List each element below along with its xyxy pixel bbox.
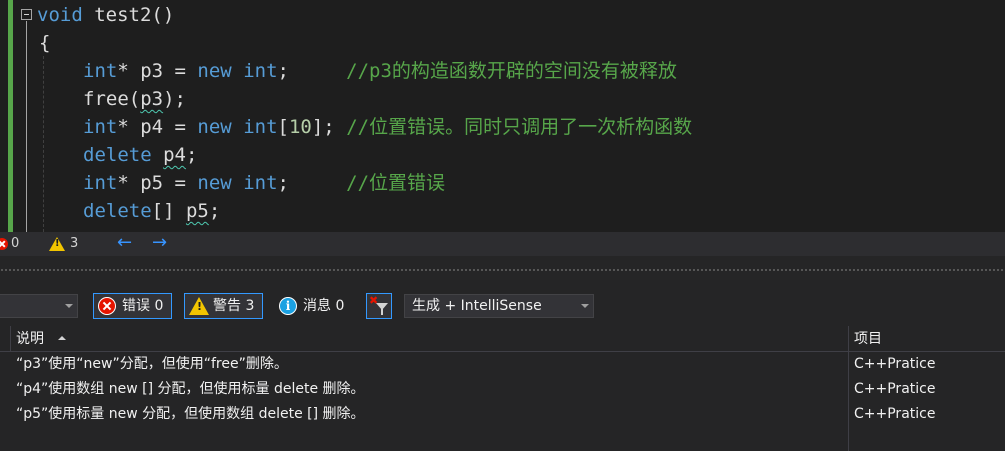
code-token: 10 (288, 116, 312, 138)
code-token: test2() (82, 4, 175, 26)
code-token: ]; (311, 116, 347, 138)
messages-filter-button[interactable]: i 消息 0 (279, 293, 344, 319)
code-token: new (197, 116, 232, 138)
table-row[interactable]: “p5”使用标量 new 分配，但使用数组 delete [] 删除。 C++P… (0, 402, 1005, 427)
code-editor[interactable]: void test2() { int* p3 = new int; //p3的构… (0, 0, 1005, 232)
sort-ascending-icon (58, 336, 66, 340)
row-description: “p3”使用“new”分配，但使用“free”删除。 (16, 356, 288, 372)
column-header-project[interactable]: 项目 (838, 326, 1005, 352)
code-token: * p4 = (117, 116, 198, 138)
warning-icon (189, 297, 209, 315)
code-token: int (83, 60, 118, 82)
code-token: new (197, 172, 232, 194)
build-intellisense-dropdown[interactable]: 生成 + IntelliSense (404, 294, 594, 318)
warnings-filter-button[interactable]: 警告 3 (184, 293, 264, 319)
change-tracking-margin (8, 0, 13, 232)
code-token: ); (163, 88, 186, 110)
code-token: * p5 = (117, 172, 198, 194)
chevron-down-icon (65, 304, 73, 308)
arrow-left-icon[interactable]: ← (117, 232, 132, 256)
code-token: int (83, 172, 118, 194)
errors-filter-label: 错误 0 (122, 298, 164, 314)
code-token: ; (208, 200, 221, 222)
error-icon[interactable] (0, 238, 8, 250)
code-line-4[interactable]: free(p3); (83, 85, 186, 113)
code-token: delete (83, 144, 152, 166)
code-token: int (243, 172, 278, 194)
code-token: [] (151, 200, 186, 222)
drag-grip[interactable] (0, 268, 1005, 273)
code-token: p3 (140, 88, 164, 110)
chevron-down-icon (581, 304, 589, 308)
code-token: int (243, 116, 278, 138)
table-row[interactable]: “p4”使用数组 new [] 分配，但使用标量 delete 删除。 C++P… (0, 377, 1005, 402)
warning-icon[interactable] (49, 237, 65, 251)
panel-splitter[interactable] (0, 256, 1005, 286)
code-token: int (243, 60, 278, 82)
row-project: C++Pratice (854, 381, 936, 397)
error-count[interactable]: 0 (11, 232, 19, 256)
code-token: * p3 = (117, 60, 198, 82)
column-divider[interactable] (10, 326, 11, 352)
code-token: //位置错误 (346, 172, 446, 194)
row-description: “p4”使用数组 new [] 分配，但使用标量 delete 删除。 (16, 381, 365, 397)
code-token: int (83, 116, 118, 138)
errors-filter-button[interactable]: 错误 0 (93, 293, 173, 319)
error-list-header: 说明 项目 (0, 326, 1005, 352)
error-list-body: “p3”使用“new”分配，但使用“free”删除。 C++Pratice “p… (0, 352, 1005, 451)
info-icon: i (279, 297, 297, 315)
code-token: free( (83, 88, 141, 110)
code-line-2[interactable]: { (39, 29, 50, 57)
warnings-filter-label: 警告 3 (213, 298, 255, 314)
collapse-icon[interactable] (21, 9, 32, 20)
error-list-toolbar: 错误 0 警告 3 i 消息 0 ✖ 生成 + IntelliSense (0, 286, 1005, 326)
clear-filter-button[interactable]: ✖ (366, 293, 392, 319)
column-header-label: 说明 (16, 331, 44, 347)
code-line-1[interactable]: void test2() (37, 1, 174, 29)
messages-filter-label: 消息 0 (303, 298, 345, 314)
column-header-description[interactable]: 说明 (0, 326, 848, 352)
code-line-5[interactable]: int* p4 = new int[10]; //位置错误。同时只调用了一次析构… (83, 113, 692, 141)
code-line-6[interactable]: delete p4; (83, 141, 197, 169)
code-token: delete (83, 200, 152, 222)
code-token: ; (277, 60, 347, 82)
code-token: p5 (185, 200, 209, 222)
code-token: new (197, 60, 232, 82)
scope-dropdown[interactable] (0, 294, 78, 318)
code-token: //位置错误。同时只调用了一次析构函数 (346, 116, 693, 138)
row-project: C++Pratice (854, 406, 936, 422)
code-token: [ (277, 116, 289, 138)
code-token: ; (185, 144, 198, 166)
editor-status-bar: 0 3 ← → (0, 232, 1005, 256)
code-line-8[interactable]: delete[] p5; (83, 197, 220, 225)
code-token: void (37, 4, 83, 26)
code-token: //p3的构造函数开辟的空间没有被释放 (346, 60, 677, 82)
table-row[interactable]: “p3”使用“new”分配，但使用“free”删除。 C++Pratice (0, 352, 1005, 377)
row-description: “p5”使用标量 new 分配，但使用数组 delete [] 删除。 (16, 406, 365, 422)
arrow-right-icon[interactable]: → (152, 232, 167, 256)
code-token: p4 (163, 144, 186, 166)
row-project: C++Pratice (854, 356, 936, 372)
warning-count[interactable]: 3 (70, 232, 78, 256)
error-icon (98, 297, 116, 315)
outline-guide (26, 21, 27, 232)
code-line-7[interactable]: int* p5 = new int; //位置错误 (83, 169, 445, 197)
indent-guide (43, 56, 44, 232)
code-token: ; (277, 172, 347, 194)
column-header-label: 项目 (854, 331, 882, 347)
code-line-3[interactable]: int* p3 = new int; //p3的构造函数开辟的空间没有被释放 (83, 57, 677, 85)
build-filter-label: 生成 + IntelliSense (412, 298, 542, 314)
code-token: { (39, 32, 51, 54)
